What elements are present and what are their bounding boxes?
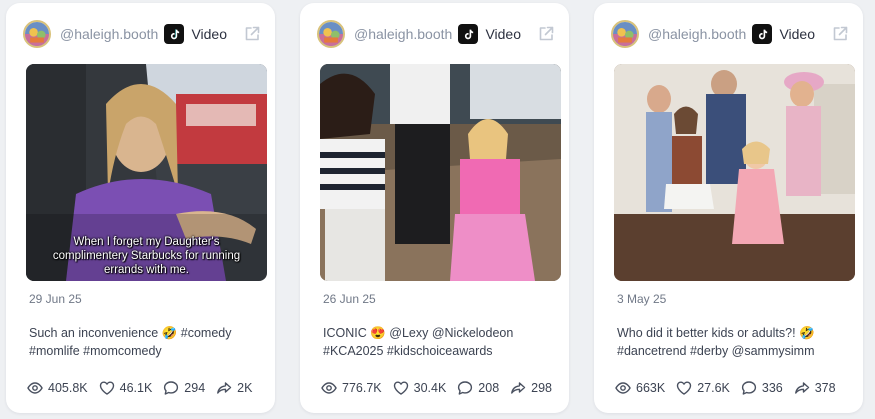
video-thumbnail[interactable]: When I forget my Daughter's complimenter… <box>26 64 267 281</box>
shares-count: 2K <box>237 381 253 395</box>
author-handle[interactable]: @haleigh.booth <box>354 26 452 42</box>
platform-badge: Video <box>458 24 521 44</box>
comment-icon <box>458 381 473 395</box>
shares-count: 298 <box>531 381 553 395</box>
likes-stat: 27.6K <box>676 380 730 396</box>
comments-stat: 208 <box>457 380 499 396</box>
video-thumbnail[interactable] <box>320 64 561 281</box>
thumbnail-image <box>614 64 855 281</box>
shares-count: 378 <box>814 381 836 395</box>
post-description: Who did it better kids or adults?! 🤣 #da… <box>617 326 815 358</box>
post-stats: 663K 27.6K 336 378 <box>615 380 851 396</box>
avatar[interactable] <box>317 20 345 48</box>
author-handle[interactable]: @haleigh.booth <box>60 26 158 42</box>
thumbnail-image <box>320 64 561 281</box>
author-handle[interactable]: @haleigh.booth <box>648 26 746 42</box>
likes-count: 27.6K <box>697 381 730 395</box>
post-date: 29 Jun 25 <box>29 292 82 306</box>
external-link-icon[interactable] <box>831 25 849 43</box>
likes-count: 46.1K <box>119 381 153 395</box>
comment-icon <box>164 381 179 395</box>
thumbnail-caption: When I forget my Daughter's complimenter… <box>52 236 241 276</box>
tiktok-icon <box>458 24 479 44</box>
share-icon <box>217 382 232 394</box>
comment-icon <box>741 381 756 395</box>
post-stats: 405.8K 46.1K 294 2K <box>27 380 263 396</box>
eye-icon <box>321 382 337 394</box>
external-link-icon[interactable] <box>537 25 555 43</box>
shares-stat: 2K <box>216 380 252 396</box>
share-icon <box>794 382 809 394</box>
views-stat: 405.8K <box>27 380 88 396</box>
post-description: Such an inconvenience 🤣 #comedy #momlife… <box>29 326 232 358</box>
tiktok-icon <box>164 24 185 44</box>
platform-label: Video <box>485 26 521 42</box>
platform-badge: Video <box>752 24 815 44</box>
post-stats: 776.7K 30.4K 208 298 <box>321 380 557 396</box>
tiktok-icon <box>752 24 773 44</box>
platform-label: Video <box>779 26 815 42</box>
comments-stat: 336 <box>741 380 783 396</box>
comments-count: 208 <box>478 381 500 395</box>
shares-stat: 298 <box>510 380 552 396</box>
shares-stat: 378 <box>794 380 836 396</box>
heart-icon <box>393 381 408 395</box>
likes-count: 30.4K <box>413 381 447 395</box>
external-link-icon[interactable] <box>243 25 261 43</box>
video-thumbnail[interactable] <box>614 64 855 281</box>
comments-stat: 294 <box>163 380 205 396</box>
post-card[interactable]: @haleigh.booth Video <box>300 3 569 413</box>
heart-icon <box>677 381 692 395</box>
eye-icon <box>615 382 631 394</box>
views-stat: 663K <box>615 380 665 396</box>
avatar[interactable] <box>23 20 51 48</box>
card-header: @haleigh.booth Video <box>23 19 261 49</box>
likes-stat: 30.4K <box>393 380 447 396</box>
views-count: 405.8K <box>48 381 88 395</box>
platform-badge: Video <box>164 24 227 44</box>
post-card[interactable]: @haleigh.booth Video <box>594 3 863 413</box>
heart-icon <box>99 381 114 395</box>
post-date: 3 May 25 <box>617 292 667 306</box>
eye-icon <box>27 382 43 394</box>
post-card[interactable]: @haleigh.booth Video When I forget my Da… <box>6 3 275 413</box>
comments-count: 294 <box>184 381 206 395</box>
avatar[interactable] <box>611 20 639 48</box>
views-stat: 776.7K <box>321 380 382 396</box>
card-header: @haleigh.booth Video <box>611 19 849 49</box>
platform-label: Video <box>191 26 227 42</box>
card-header: @haleigh.booth Video <box>317 19 555 49</box>
comments-count: 336 <box>761 381 783 395</box>
likes-stat: 46.1K <box>99 380 153 396</box>
views-count: 663K <box>636 381 666 395</box>
views-count: 776.7K <box>342 381 382 395</box>
share-icon <box>511 382 526 394</box>
post-date: 26 Jun 25 <box>323 292 376 306</box>
post-description: ICONIC 😍 @Lexy @Nickelodeon #KCA2025 #ki… <box>323 326 514 358</box>
